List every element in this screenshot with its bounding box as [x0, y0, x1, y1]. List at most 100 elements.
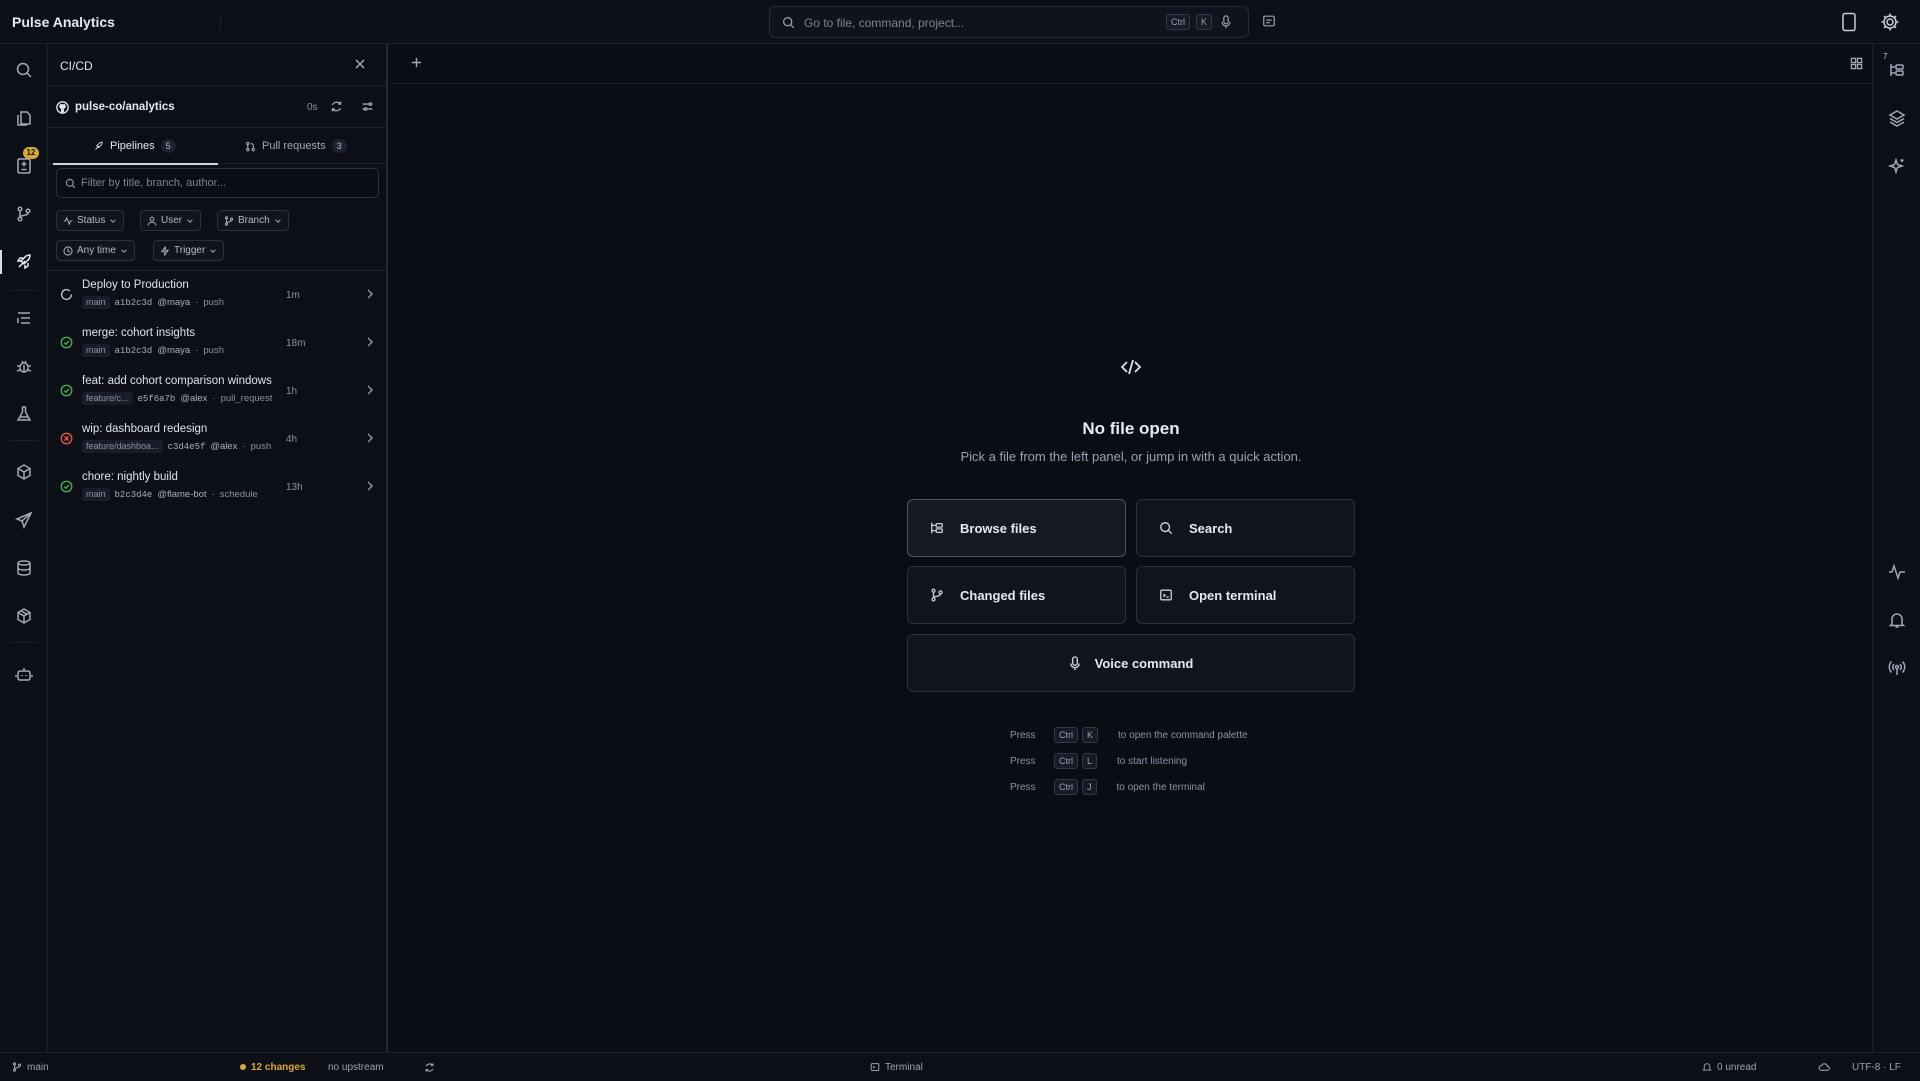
- run-trigger: pull_request: [220, 393, 273, 404]
- run-author: @alex: [180, 393, 208, 404]
- run-meta: feature/dashboa... c3d4e5f @alex · push: [82, 440, 271, 453]
- chevron-down-icon: [210, 248, 217, 253]
- flask-icon[interactable]: [12, 402, 36, 426]
- filter-status[interactable]: Status: [56, 210, 125, 231]
- run-author: @flame-bot: [157, 489, 207, 500]
- filter-trigger-label: Trigger: [174, 245, 206, 256]
- browse-files-button[interactable]: Browse files: [907, 499, 1126, 557]
- search-icon: [65, 178, 76, 189]
- run-title: wip: dashboard redesign: [82, 423, 208, 435]
- status-branch[interactable]: main: [12, 1053, 49, 1081]
- status-changes[interactable]: 12 changes: [240, 1053, 305, 1081]
- activity-bar: 12: [0, 44, 48, 1052]
- branch-icon: [224, 215, 234, 226]
- filter-trigger[interactable]: Trigger: [153, 240, 225, 261]
- run-trigger: push: [250, 441, 272, 452]
- repo-name[interactable]: pulse-co/analytics: [75, 101, 175, 113]
- status-notifications[interactable]: 0 unread: [1702, 1053, 1756, 1081]
- clock-icon: [63, 245, 73, 256]
- voice-command-button[interactable]: Voice command: [907, 634, 1355, 692]
- device-preview-icon[interactable]: [1840, 12, 1858, 32]
- meta-separator: ·: [211, 489, 215, 500]
- run-author: @maya: [157, 297, 191, 308]
- open-terminal-button[interactable]: Open terminal: [1136, 566, 1355, 624]
- filter-time[interactable]: Any time: [56, 240, 135, 261]
- panel-title: CI/CD: [60, 59, 93, 73]
- editor-area: No file open Pick a file from the left p…: [390, 44, 1872, 1052]
- microphone-icon: [1069, 655, 1081, 671]
- filter-user[interactable]: User: [140, 210, 202, 231]
- command-search-input[interactable]: [804, 14, 1124, 32]
- run-author: @maya: [157, 345, 191, 356]
- task-list-icon[interactable]: [12, 306, 36, 330]
- terminal-icon: [1159, 588, 1173, 602]
- filter-branch[interactable]: Branch: [217, 210, 289, 231]
- activity-divider: [10, 440, 38, 441]
- status-encoding-label: UTF-8 · LF: [1852, 1061, 1901, 1073]
- shortcut-hint: Press Ctrl L to start listening: [1010, 752, 1187, 770]
- files-icon[interactable]: [12, 106, 36, 130]
- run-meta: main b2c3d4e @flame-bot · schedule: [82, 488, 258, 501]
- sparkles-icon[interactable]: [1885, 154, 1909, 178]
- changes-dot: [240, 1064, 246, 1070]
- search-icon[interactable]: [12, 58, 36, 82]
- close-icon[interactable]: [354, 58, 366, 70]
- status-notifications-label: 0 unread: [1717, 1061, 1757, 1073]
- shortcut-hint: Press Ctrl K to open the command palette: [1010, 726, 1248, 744]
- changes-badge: 12: [23, 147, 39, 159]
- search-button[interactable]: Search: [1136, 499, 1355, 557]
- activity-pulse-icon[interactable]: [1885, 560, 1909, 584]
- chevron-right-icon: [366, 289, 374, 299]
- kbd-j: J: [1082, 779, 1097, 795]
- command-search[interactable]: Ctrl K: [769, 6, 1249, 38]
- pipeline-filter[interactable]: [56, 168, 379, 198]
- pipeline-filter-input[interactable]: [81, 175, 371, 191]
- database-icon[interactable]: [12, 556, 36, 580]
- package-icon[interactable]: [12, 460, 36, 484]
- pipeline-run[interactable]: merge: cohort insights main a1b2c3d @may…: [48, 319, 388, 367]
- tab-pipelines[interactable]: Pipelines 5: [53, 128, 218, 165]
- broadcast-icon[interactable]: [1885, 656, 1909, 680]
- status-changes-label: 12 changes: [251, 1061, 306, 1073]
- run-branch: main: [82, 488, 110, 501]
- refresh-icon[interactable]: [330, 100, 343, 113]
- terminal-panel-icon[interactable]: [1262, 14, 1276, 28]
- microphone-icon[interactable]: [1220, 15, 1232, 29]
- bot-icon[interactable]: [12, 662, 36, 686]
- folder-tree-icon: [930, 521, 944, 535]
- status-terminal[interactable]: Terminal: [870, 1053, 923, 1081]
- tab-pipelines-count: 5: [160, 139, 176, 153]
- run-commit-sha: b2c3d4e: [114, 489, 153, 500]
- source-control-icon[interactable]: [12, 202, 36, 226]
- run-branch: main: [82, 296, 110, 309]
- pipeline-run[interactable]: wip: dashboard redesign feature/dashboa.…: [48, 415, 388, 463]
- bell-icon[interactable]: [1885, 608, 1909, 632]
- run-commit-sha: a1b2c3d: [114, 345, 153, 356]
- user-icon: [147, 216, 157, 225]
- tab-pull-requests[interactable]: Pull requests 3: [245, 128, 347, 164]
- run-time: 18m: [286, 338, 306, 349]
- pipeline-run[interactable]: chore: nightly build main b2c3d4e @flame…: [48, 463, 388, 511]
- send-icon[interactable]: [12, 508, 36, 532]
- cloud-icon[interactable]: [1818, 1053, 1830, 1081]
- run-time: 1h: [286, 386, 298, 397]
- explorer-tree-icon[interactable]: 7: [1883, 52, 1909, 82]
- settings-icon[interactable]: [1880, 12, 1900, 32]
- panel-tabs: Pipelines 5 Pull requests 3: [48, 128, 388, 165]
- changes-icon[interactable]: 12: [12, 147, 39, 178]
- rocket-icon[interactable]: [0, 250, 36, 274]
- bug-icon[interactable]: [12, 354, 36, 378]
- repo-row: pulse-co/analytics 0s: [48, 86, 388, 128]
- status-encoding[interactable]: UTF-8 · LF: [1852, 1053, 1901, 1081]
- pipeline-run[interactable]: feat: add cohort comparison windows feat…: [48, 367, 388, 415]
- status-terminal-label: Terminal: [885, 1061, 923, 1073]
- chevron-right-icon: [366, 385, 374, 395]
- changed-files-button[interactable]: Changed files: [907, 566, 1126, 624]
- kbd-ctrl: Ctrl: [1054, 753, 1078, 769]
- sliders-icon[interactable]: [361, 100, 374, 113]
- pipeline-run[interactable]: Deploy to Production main a1b2c3d @maya …: [48, 271, 388, 319]
- packages-icon[interactable]: [12, 604, 36, 628]
- filter-status-label: Status: [77, 215, 106, 226]
- layers-icon[interactable]: [1885, 106, 1909, 130]
- sync-icon[interactable]: [424, 1053, 435, 1081]
